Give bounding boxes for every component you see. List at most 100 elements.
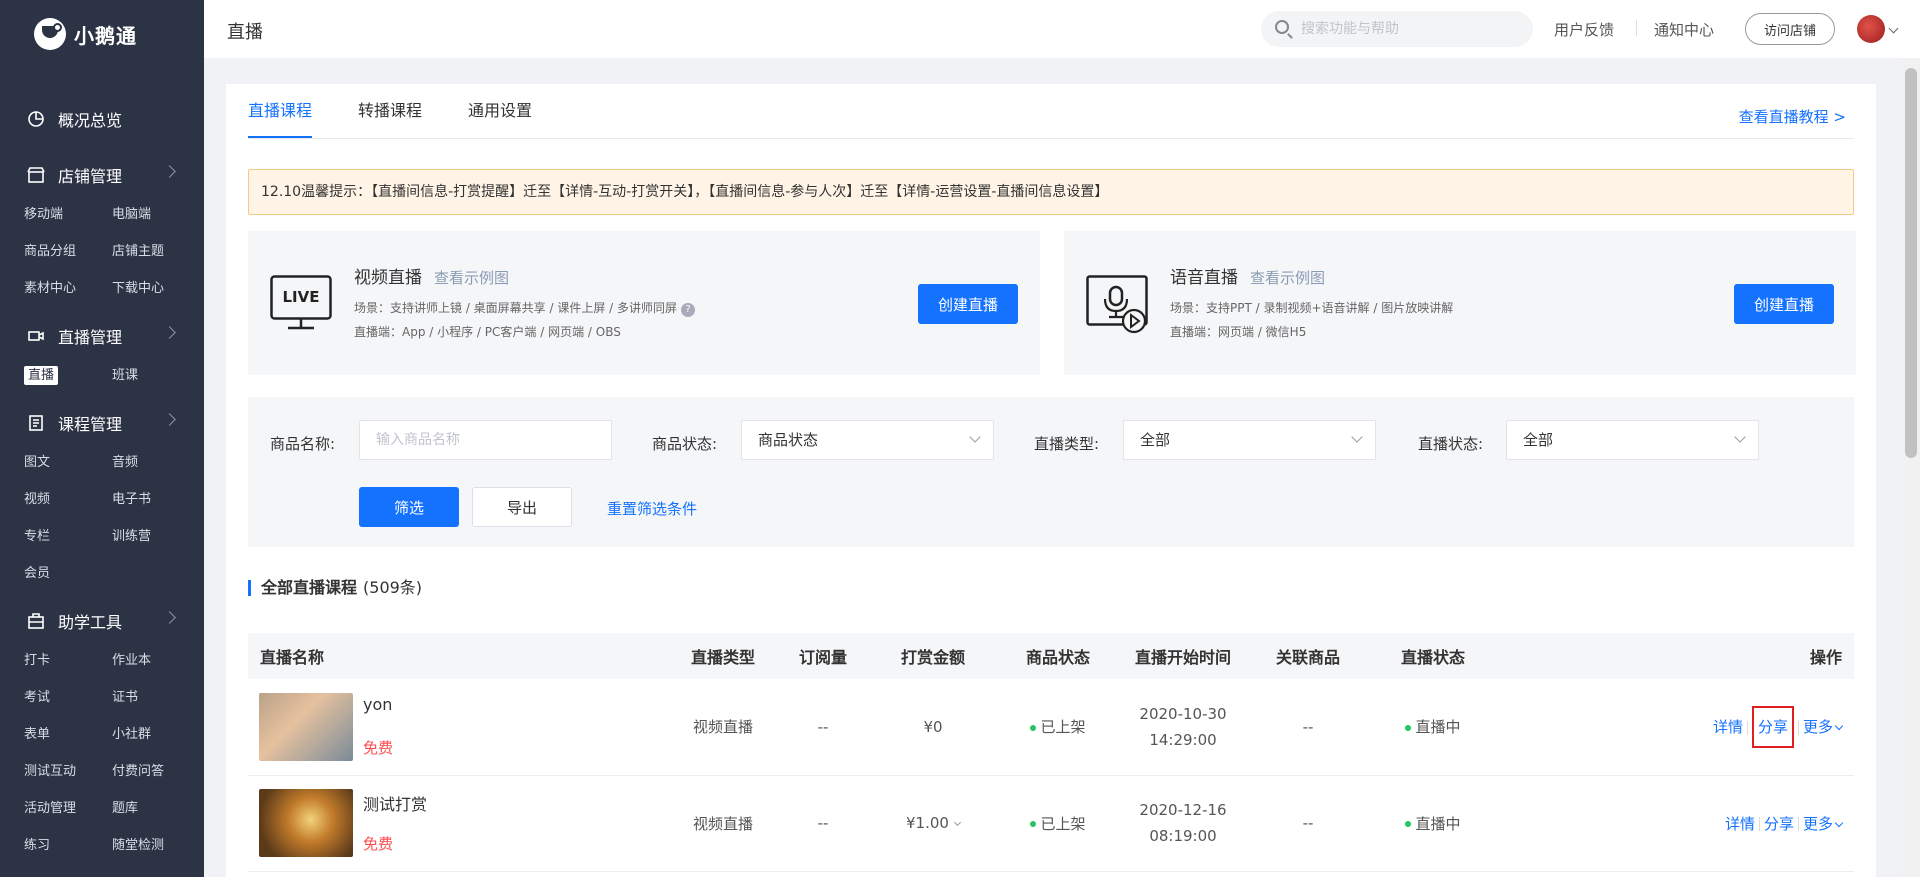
sidebar-subitem-pc[interactable]: 电脑端: [112, 196, 200, 233]
live-type-cell: 视频直播: [692, 814, 753, 833]
tab-rebroadcast-courses[interactable]: 转播课程: [358, 84, 422, 138]
sidebar-item-label: 直播管理: [58, 328, 123, 347]
product-status-select[interactable]: 商品状态: [741, 420, 994, 460]
audio-live-title: 语音直播 查看示例图: [1170, 263, 1325, 288]
chevron-down-icon: [1834, 722, 1844, 731]
start-time-cell: 2020-12-16 08:19:00: [1118, 775, 1248, 871]
avatar[interactable]: [1857, 15, 1885, 43]
chevron-right-icon: [163, 611, 176, 624]
related-product-cell: --: [1302, 814, 1314, 832]
column-header: 直播名称: [260, 648, 325, 667]
chevron-down-icon: [1351, 431, 1363, 443]
chevron-down-icon: [1734, 431, 1746, 443]
sidebar-subitem-mobile[interactable]: 移动端: [24, 196, 112, 233]
sidebar-subitem-classroom-test[interactable]: 随堂检测: [112, 827, 200, 864]
create-audio-live-button[interactable]: 创建直播: [1734, 284, 1834, 324]
sidebar-subitem-video[interactable]: 视频: [24, 481, 112, 518]
more-label: 更多: [1802, 814, 1833, 833]
more-link[interactable]: 更多: [1802, 814, 1844, 833]
course-name[interactable]: 测试打赏: [363, 791, 427, 815]
course-thumbnail[interactable]: [259, 692, 353, 761]
sidebar-item-overview[interactable]: 概况总览: [0, 98, 204, 140]
subscription-cell: --: [817, 717, 829, 736]
sidebar-subitem-paid-qa[interactable]: 付费问答: [112, 753, 200, 790]
column-header: 操作: [1809, 648, 1842, 667]
tab-live-courses[interactable]: 直播课程: [248, 84, 313, 138]
sidebar-subitem-activity[interactable]: 活动管理: [24, 790, 112, 827]
sidebar-item-label: 店铺管理: [58, 167, 123, 186]
more-link[interactable]: 更多: [1803, 718, 1844, 736]
related-product-cell: --: [1302, 717, 1314, 736]
scrollbar-thumb[interactable]: [1905, 68, 1917, 458]
sidebar-subitem-article[interactable]: 图文: [24, 444, 112, 481]
chevron-down-icon[interactable]: [1888, 23, 1899, 34]
sidebar-subitem-form[interactable]: 表单: [24, 716, 112, 753]
sidebar-subitem-class[interactable]: 班课: [112, 357, 200, 394]
share-link[interactable]: 分享: [1764, 815, 1794, 833]
product-status-text: 已上架: [1040, 814, 1086, 833]
notification-link[interactable]: 通知中心: [1654, 19, 1714, 40]
tab-general-settings[interactable]: 通用设置: [468, 84, 532, 138]
sidebar-subitem-camp[interactable]: 训练营: [112, 518, 200, 555]
live-tutorial-link[interactable]: 查看直播教程 >: [1739, 106, 1846, 127]
sidebar-item-course[interactable]: 课程管理: [0, 402, 204, 444]
live-type-value: 全部: [1140, 431, 1171, 449]
detail-link[interactable]: 详情: [1713, 718, 1743, 736]
subscription-cell: --: [817, 814, 829, 832]
visit-store-button[interactable]: 访问店铺: [1745, 13, 1835, 45]
filter-panel: 商品名称: 商品状态: 商品状态 直播类型: 全部 直播状态: 全部 筛选 导出…: [248, 397, 1854, 547]
export-button[interactable]: 导出: [472, 487, 572, 527]
product-name-input[interactable]: [359, 420, 612, 460]
sidebar-item-live[interactable]: 直播管理: [0, 315, 204, 357]
sidebar-subitem-download[interactable]: 下载中心: [112, 270, 200, 307]
sidebar-subitem-live[interactable]: 直播: [24, 357, 112, 394]
sidebar-subitem-exam[interactable]: 考试: [24, 679, 112, 716]
sidebar-subitem-homework[interactable]: 作业本: [112, 642, 200, 679]
sidebar-item-store[interactable]: 店铺管理: [0, 154, 204, 196]
sidebar-subitem-checkin[interactable]: 打卡: [24, 642, 112, 679]
course-thumbnail[interactable]: [259, 789, 353, 857]
sidebar-subitem-audio[interactable]: 音频: [112, 444, 200, 481]
reset-filters-link[interactable]: 重置筛选条件: [607, 498, 697, 519]
sidebar-subitem-member[interactable]: 会员: [24, 555, 112, 592]
course-name[interactable]: yon: [363, 695, 392, 714]
reward-cell: ¥0: [923, 717, 943, 736]
sidebar-item-tools[interactable]: 助学工具: [0, 600, 204, 642]
column-header: 订阅量: [798, 648, 847, 667]
share-link[interactable]: 分享: [1751, 706, 1794, 749]
reward-cell[interactable]: ¥1.00: [868, 775, 998, 871]
sidebar-subitem-practice[interactable]: 练习: [24, 827, 112, 864]
create-video-live-button[interactable]: 创建直播: [918, 284, 1018, 324]
sidebar-subitem-material[interactable]: 素材中心: [24, 270, 112, 307]
feedback-link[interactable]: 用户反馈: [1554, 19, 1614, 40]
live-status-select[interactable]: 全部: [1506, 420, 1759, 460]
filter-button[interactable]: 筛选: [359, 487, 459, 527]
column-header: 直播状态: [1400, 648, 1465, 667]
help-icon[interactable]: ?: [681, 303, 696, 317]
course-price: 免费: [363, 738, 394, 757]
start-date: 2020-10-30: [1139, 704, 1227, 723]
search-input[interactable]: [1261, 11, 1533, 47]
op-divider: [1797, 817, 1799, 831]
sidebar-subitem-store-theme[interactable]: 店铺主题: [112, 233, 200, 270]
audio-mic-icon: [1086, 275, 1148, 339]
product-status-label: 商品状态:: [652, 435, 718, 453]
sidebar-subitem-product-group[interactable]: 商品分组: [24, 233, 112, 270]
sidebar-subitem-question-bank[interactable]: 题库: [112, 790, 200, 827]
audio-sample-link[interactable]: 查看示例图: [1250, 269, 1325, 287]
sidebar-subitem-community[interactable]: 小社群: [112, 716, 200, 753]
brand-logo[interactable]: 小鹅通: [0, 0, 204, 68]
start-time: 08:19:00: [1149, 827, 1217, 845]
sidebar-subitem-quiz[interactable]: 测试互动: [24, 753, 112, 790]
video-sample-link[interactable]: 查看示例图: [434, 269, 509, 287]
video-live-title: 视频直播 查看示例图: [354, 263, 509, 288]
detail-link[interactable]: 详情: [1725, 815, 1755, 833]
sidebar-subitem-column[interactable]: 专栏: [24, 518, 112, 555]
sidebar-subitem-certificate[interactable]: 证书: [112, 679, 200, 716]
chevron-down-icon: [953, 818, 962, 827]
page-scrollbar[interactable]: [1902, 58, 1920, 877]
sidebar-subitem-ebook[interactable]: 电子书: [112, 481, 200, 518]
live-type-select[interactable]: 全部: [1123, 420, 1376, 460]
video-client-text: 直播端：App / 小程序 / PC客户端 / 网页端 / OBS: [354, 325, 621, 339]
live-status-cell: 直播中: [1368, 679, 1498, 775]
